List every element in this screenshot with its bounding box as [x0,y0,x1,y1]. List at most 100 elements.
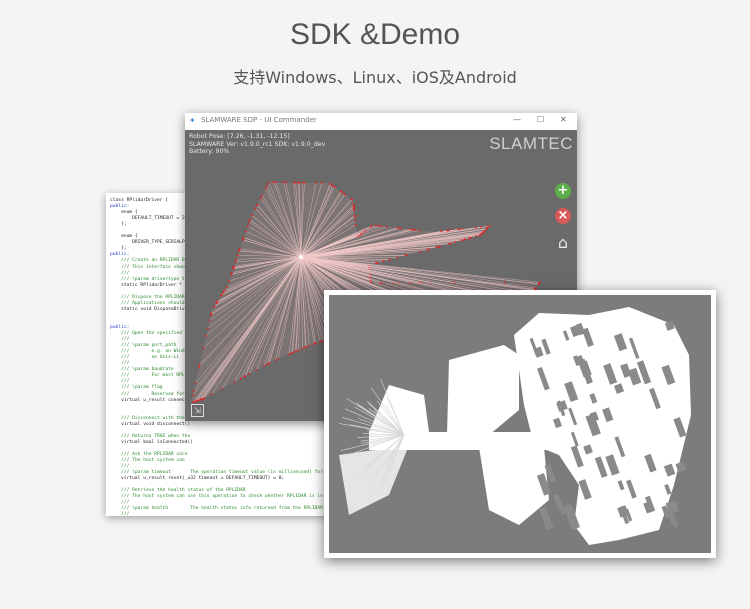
wall-point [352,205,355,208]
wall-point [388,258,391,261]
wall-point [244,230,247,233]
wall-point [435,246,438,249]
wall-point [463,238,466,241]
wall-point [232,267,235,270]
wall-point [288,353,291,356]
wall-point [454,241,457,243]
wall-point [202,347,205,350]
wall-point [297,349,300,352]
wall-point [382,260,385,263]
wall-point [242,236,245,239]
slamtec-logo: SLAMTEC [489,134,573,153]
home-button[interactable]: ⌂ [555,235,571,251]
wall-point [396,256,399,259]
maximize-button[interactable]: ☐ [537,115,544,124]
wall-point [200,398,203,401]
wall-point [413,228,416,231]
wall-point [266,363,268,366]
wall-point [483,230,486,232]
wall-point [277,357,280,360]
wall-point [215,302,218,305]
wall-point [233,380,236,383]
zoom-out-button[interactable]: × [555,208,571,224]
wall-point [467,237,470,240]
wall-point [478,234,481,237]
occupancy-map-panel [324,290,716,558]
wall-point [385,225,388,228]
zoom-in-button[interactable]: + [555,183,571,199]
wall-point [377,224,380,227]
wall-point [235,258,238,261]
wall-point [397,226,400,229]
wall-point [298,181,301,184]
wall-point [534,287,537,290]
wall-point [446,229,449,232]
wall-point [195,400,198,403]
minimize-button[interactable]: — [513,115,521,124]
wall-point [272,181,275,184]
wall-point [319,340,322,343]
wall-point [301,181,304,184]
wall-point [294,181,297,184]
wall-point [353,209,356,212]
wall-point [274,359,277,362]
wall-point [352,207,355,210]
wall-point [249,218,251,221]
wall-point [352,203,355,206]
wall-point [192,389,195,392]
occupancy-grid-map [338,307,691,545]
wall-point [274,181,277,184]
wall-point [267,362,270,365]
map-room [479,447,549,525]
wall-point [448,242,450,245]
wall-point [329,182,332,185]
map-obstacle [539,506,554,531]
wall-point [354,219,357,222]
wall-point [375,262,378,265]
window-titlebar[interactable]: ✦ SLAMWARE SDP - UI Commander — ☐ ✕ [185,113,577,131]
exit-icon: ⇲ [194,406,201,415]
wall-point [250,214,253,217]
wall-point [314,342,317,345]
wall-point [205,334,208,337]
wall-point [210,393,213,396]
code-line: /// \param health The health status info… [110,506,323,512]
wall-point [344,193,347,196]
wall-point [238,249,241,252]
wall-point [354,223,357,226]
wall-point [239,377,242,380]
wall-point [198,363,201,366]
wall-point [475,235,478,238]
wall-point [339,190,342,193]
wall-point [440,230,443,233]
wall-point [230,271,233,274]
wall-point [221,387,224,390]
wall-point [220,294,223,297]
wall-point [191,394,194,396]
wall-point [320,181,323,184]
wall-point [341,191,344,194]
robot-marker [299,255,303,259]
wall-point [404,254,407,257]
code-line: /// [110,512,130,516]
wall-point [485,228,488,231]
wall-point [223,289,226,292]
wall-point [208,319,211,322]
wall-point [266,184,268,187]
close-button[interactable]: ✕ [560,115,567,124]
wall-point [244,375,247,377]
wall-point [209,314,212,316]
wall-point [256,203,259,206]
wall-point [303,181,306,184]
wall-point [267,181,270,184]
wall-point [246,225,249,228]
wall-point [236,254,239,257]
wall-point [230,273,233,276]
wall-point [292,181,295,184]
wall-point [259,197,262,200]
wall-point [437,245,440,248]
wall-point [418,250,421,253]
wall-point [351,198,354,201]
page-subtitle: 支持Windows、Linux、iOS及Android [233,68,517,87]
exit-button[interactable]: ⇲ [191,404,204,417]
